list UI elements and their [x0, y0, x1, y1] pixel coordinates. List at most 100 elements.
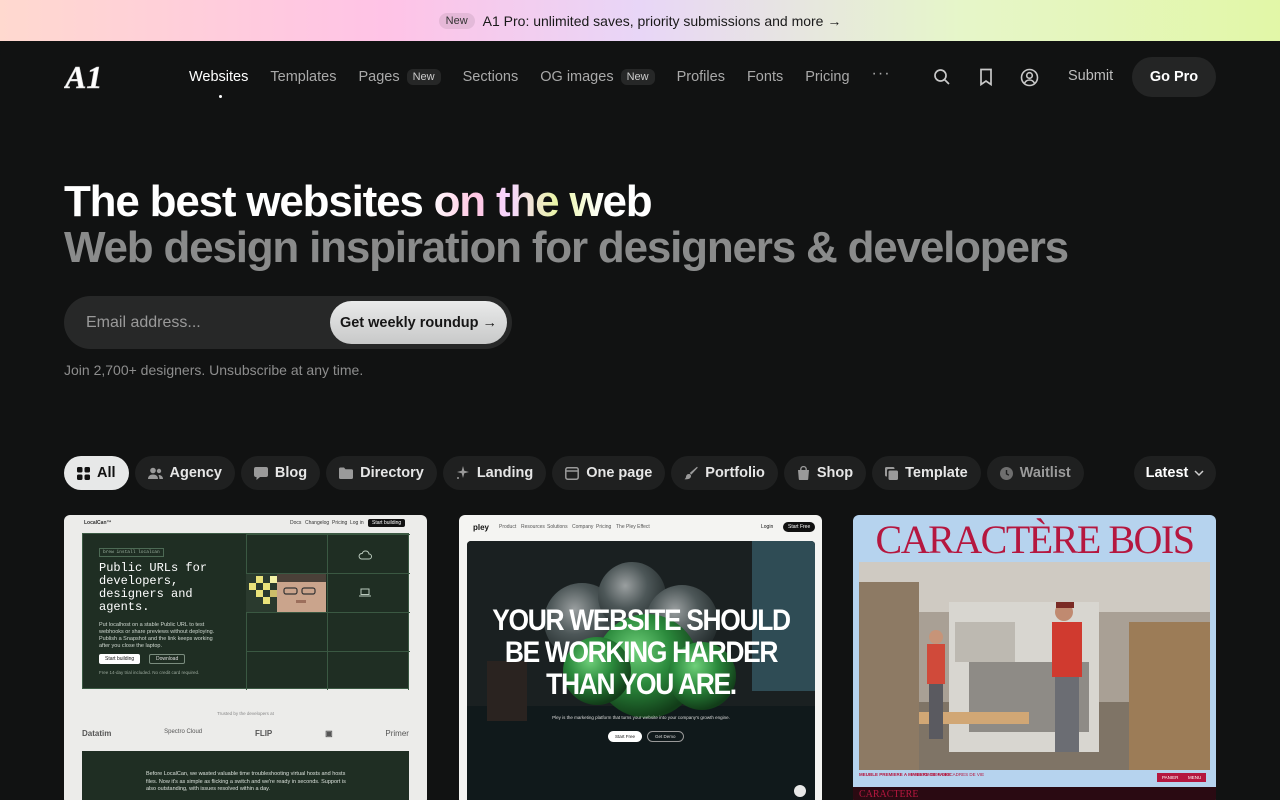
localcan-quote: Before LocalCan, we wasted valuable time… — [146, 771, 346, 792]
nav-sections[interactable]: Sections — [463, 69, 519, 85]
folder-icon — [339, 467, 354, 479]
search-icon[interactable] — [932, 67, 952, 87]
hero-title: The best websites on the web — [64, 177, 653, 226]
localcan-body: Put localhost on a stable Public URL to … — [99, 622, 215, 649]
localcan-download-button: Download — [149, 654, 186, 664]
pley-subtext: Pley is the marketing platform that turn… — [552, 715, 730, 720]
pley-nav-item: Product — [499, 524, 517, 530]
pley-nav-item: Pricing — [596, 524, 612, 530]
filter-one-page[interactable]: One page — [552, 456, 666, 490]
pley-start-button: Start Free — [608, 731, 643, 742]
pley-brand: pley — [473, 522, 490, 532]
app-window: A1 Websites Templates Pages New Sections … — [0, 41, 1280, 800]
client-logo: FLIP — [254, 729, 273, 738]
submit-link[interactable]: Submit — [1068, 68, 1113, 84]
filter-landing[interactable]: Landing — [442, 456, 547, 490]
filter-directory[interactable]: Directory — [326, 456, 437, 490]
caractere-menu-button: MENU — [1183, 773, 1207, 782]
pley-login: Login — [761, 524, 774, 530]
a1-logo[interactable]: A1 — [64, 58, 110, 96]
announcement-text[interactable]: A1 Pro: unlimited saves, priority submis… — [483, 13, 842, 29]
sort-dropdown[interactable]: Latest — [1134, 456, 1216, 490]
pley-navbar: pley Product Resources Solutions Company… — [459, 515, 822, 539]
newsletter-form: Get weekly roundup → — [64, 296, 512, 349]
client-logo: Primer — [385, 729, 409, 738]
nav-profiles[interactable]: Profiles — [677, 69, 725, 85]
bookmark-icon[interactable] — [976, 67, 996, 87]
localcan-nav-cta: Start building — [368, 519, 406, 527]
localcan-testimonial: Before LocalCan, we wasted valuable time… — [82, 751, 409, 800]
client-logo: ▣ — [325, 729, 333, 738]
bag-icon — [797, 466, 809, 480]
localcan-start-button: Start building — [99, 654, 141, 664]
users-icon — [147, 467, 163, 479]
caractere-footer: CARACTERE — [853, 787, 1216, 800]
more-menu-button[interactable]: ··· — [872, 65, 891, 83]
pley-nav-cta: Start Free — [783, 522, 816, 532]
main-nav: Websites Templates Pages New Sections OG … — [189, 63, 891, 98]
localcan-nav-item: Docs — [290, 520, 302, 526]
localcan-nav-item: Changelog — [305, 520, 330, 526]
pley-nav-item: Solutions — [547, 524, 568, 530]
new-badge: New — [438, 12, 475, 29]
caractere-title: CARACTÈRE BOIS — [875, 517, 1195, 562]
localcan-navbar: LocalCan™ Docs Changelog Pricing Log in … — [64, 515, 427, 531]
clock-icon — [999, 466, 1013, 480]
sparkle-icon — [456, 466, 469, 479]
nav-og-images[interactable]: OG images New — [540, 69, 655, 85]
go-pro-button[interactable]: Go Pro — [1132, 57, 1216, 97]
pley-nav-item: The Pley Effect — [616, 524, 650, 530]
localcan-title: Public URLs for developers, designers an… — [99, 561, 208, 614]
new-badge: New — [406, 69, 441, 85]
chat-icon — [253, 466, 268, 480]
pley-headline: YOUR WEBSITE SHOULD BE WORKING HARDER TH… — [492, 604, 791, 701]
user-icon[interactable] — [1019, 67, 1039, 87]
filter-blog[interactable]: Blog — [240, 456, 321, 490]
filter-agency[interactable]: Agency — [134, 456, 235, 490]
cloud-icon — [358, 550, 372, 560]
svg-text:A1: A1 — [64, 59, 102, 95]
localcan-install-tag: brew install localcan — [99, 548, 164, 557]
client-logo: Datatim — [82, 729, 112, 738]
localcan-nav-item: Pricing — [332, 520, 348, 526]
nav-fonts[interactable]: Fonts — [747, 69, 783, 85]
brush-icon — [684, 466, 699, 480]
website-card-caractere-bois[interactable]: CARACTÈRE BOIS MEUBLE PREMIERE A MANIERE… — [853, 515, 1216, 800]
localcan-trial-note: Free 14-day trial included. No credit ca… — [99, 670, 200, 675]
caractere-workshop-photo — [859, 562, 1210, 770]
newsletter-note: Join 2,700+ designers. Unsubscribe at an… — [64, 362, 364, 378]
caractere-caption-2: FABRICATION DE CADRES DE VIE — [911, 772, 985, 777]
laptop-icon — [359, 588, 371, 597]
client-logo: Spectro Cloud — [164, 729, 203, 735]
get-weekly-roundup-button[interactable]: Get weekly roundup → — [330, 301, 507, 344]
localcan-brand: LocalCan™ — [84, 520, 112, 526]
pley-demo-button: Get Demo — [647, 731, 684, 742]
pley-nav-item: Resources — [521, 524, 545, 530]
localcan-grid — [246, 534, 410, 690]
website-card-pley[interactable]: pley Product Resources Solutions Company… — [459, 515, 822, 800]
announcement-banner[interactable]: New A1 Pro: unlimited saves, priority su… — [0, 0, 1280, 41]
filter-template[interactable]: Template — [872, 456, 981, 490]
nav-websites[interactable]: Websites — [189, 69, 248, 98]
chevron-down-icon — [1194, 469, 1204, 476]
pley-nav-item: Company — [572, 524, 594, 530]
filter-portfolio[interactable]: Portfolio — [671, 456, 778, 490]
nav-pages[interactable]: Pages New — [358, 69, 441, 85]
filter-shop[interactable]: Shop — [783, 456, 867, 490]
grid-icon — [77, 466, 90, 480]
filter-all[interactable]: All — [64, 456, 129, 490]
caractere-footer-wordmark: CARACTERE — [859, 789, 919, 800]
email-input[interactable] — [86, 296, 326, 349]
localcan-logos: Datatim Spectro Cloud FLIP ▣ Primer — [82, 729, 409, 738]
localcan-nav-item: Log in — [350, 520, 364, 526]
category-filters: All Agency Blog Directory Landing One pa… — [64, 456, 1084, 490]
copy-icon — [885, 466, 899, 480]
caractere-cart-button: PANIER — [1157, 773, 1184, 782]
localcan-hero: brew install localcan Public URLs for de… — [82, 533, 410, 690]
filter-waitlist[interactable]: Waitlist — [986, 456, 1084, 490]
pley-hero: YOUR WEBSITE SHOULD BE WORKING HARDER TH… — [467, 541, 815, 800]
page-icon — [565, 466, 580, 480]
nav-templates[interactable]: Templates — [270, 69, 336, 85]
website-card-localcan[interactable]: LocalCan™ Docs Changelog Pricing Log in … — [64, 515, 427, 800]
nav-pricing[interactable]: Pricing — [805, 69, 849, 85]
